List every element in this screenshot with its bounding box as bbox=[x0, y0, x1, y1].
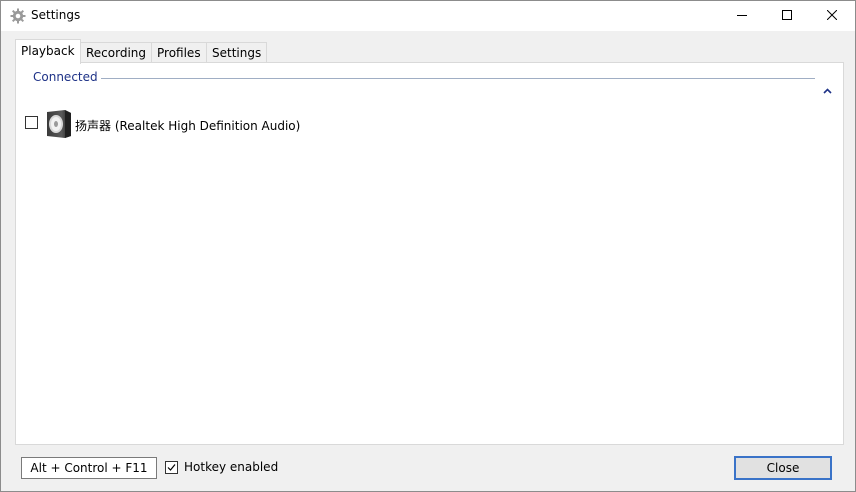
hotkey-input[interactable]: Alt + Control + F11 bbox=[21, 457, 157, 479]
tab-profiles[interactable]: Profiles bbox=[151, 42, 207, 63]
speaker-icon bbox=[44, 109, 72, 139]
device-checkbox[interactable] bbox=[25, 116, 38, 129]
tab-settings[interactable]: Settings bbox=[206, 42, 267, 63]
close-window-button[interactable] bbox=[809, 1, 855, 31]
checkmark-icon bbox=[166, 462, 177, 473]
window-title: Settings bbox=[31, 8, 80, 22]
chevron-up-icon[interactable] bbox=[823, 83, 832, 89]
gear-icon bbox=[10, 8, 26, 24]
playback-panel: Connected bbox=[15, 62, 844, 445]
list-item[interactable]: 扬声器 (Realtek High Definition Audio) bbox=[24, 108, 324, 140]
close-button[interactable]: Close bbox=[734, 456, 832, 480]
settings-window: Settings Playback Recording Profiles Set… bbox=[0, 0, 856, 492]
group-header-connected: Connected bbox=[33, 70, 98, 84]
minimize-button[interactable] bbox=[719, 1, 765, 31]
tab-recording[interactable]: Recording bbox=[80, 42, 152, 63]
maximize-button[interactable] bbox=[764, 1, 810, 31]
group-divider bbox=[101, 78, 815, 79]
hotkey-enabled-checkbox[interactable] bbox=[165, 461, 178, 474]
minimize-icon bbox=[737, 9, 747, 23]
device-name: 扬声器 (Realtek High Definition Audio) bbox=[75, 117, 300, 134]
title-bar[interactable]: Settings bbox=[1, 1, 855, 31]
maximize-icon bbox=[782, 9, 792, 23]
close-icon bbox=[827, 9, 837, 23]
hotkey-enabled-label: Hotkey enabled bbox=[184, 460, 278, 474]
tab-playback[interactable]: Playback bbox=[15, 39, 81, 64]
